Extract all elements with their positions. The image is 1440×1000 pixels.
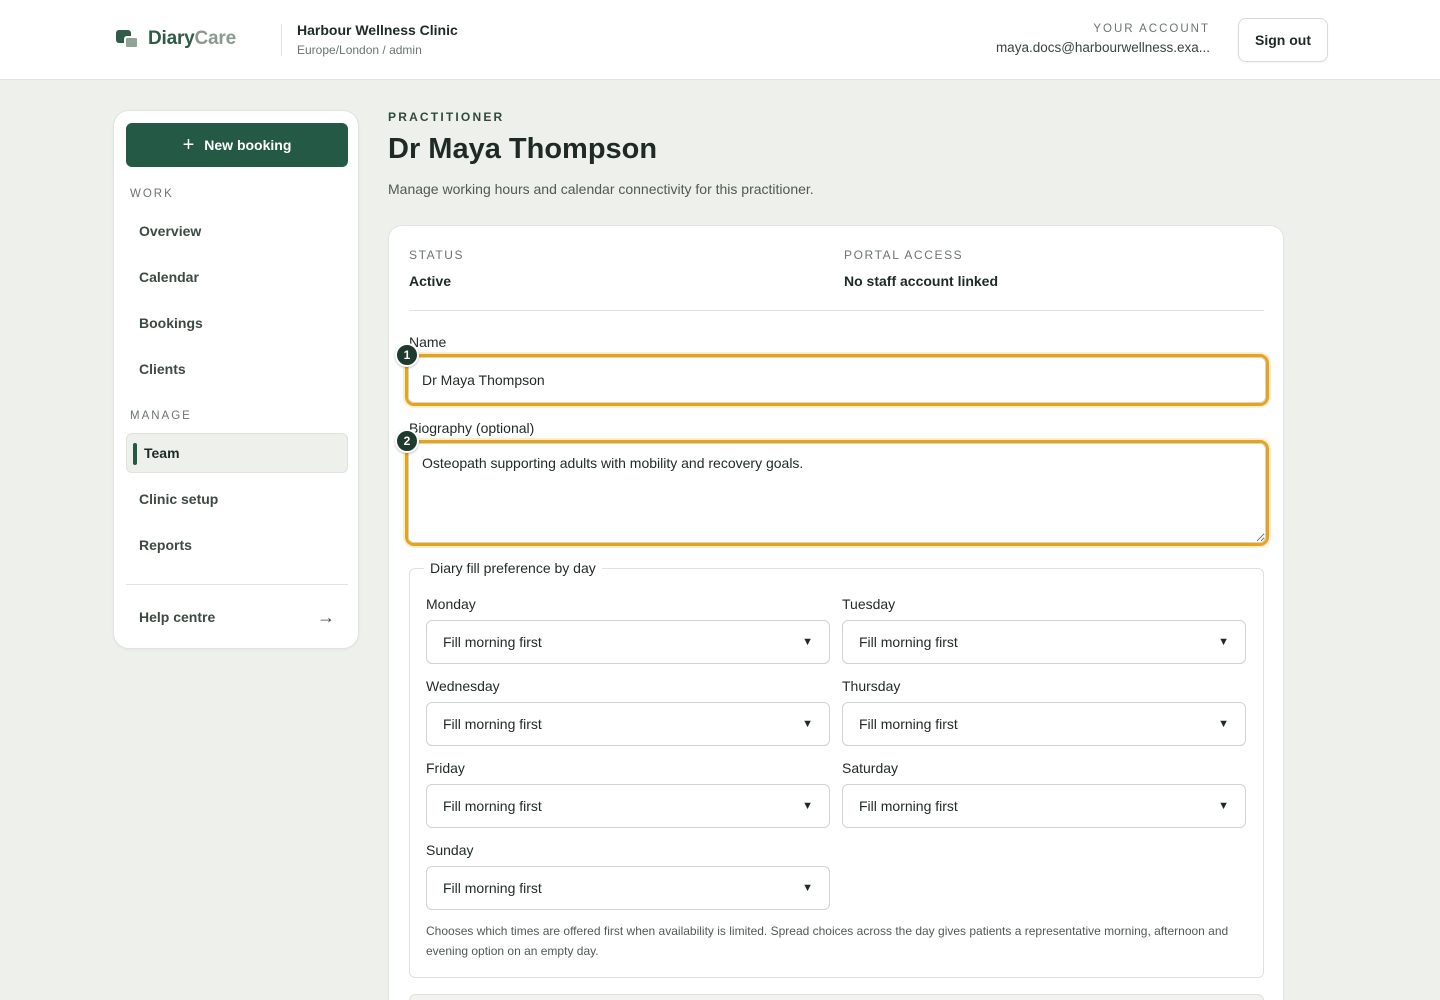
sign-out-button[interactable]: Sign out bbox=[1238, 18, 1328, 62]
sunday-select-value: Fill morning first bbox=[443, 880, 542, 896]
monday-select-value: Fill morning first bbox=[443, 634, 542, 650]
clinic-name: Harbour Wellness Clinic bbox=[297, 22, 458, 38]
account-info: YOUR ACCOUNT maya.docs@harbourwellness.e… bbox=[970, 23, 1210, 55]
wednesday-select[interactable]: Fill morning first ▼ bbox=[426, 702, 830, 746]
nav-section-work: WORK bbox=[130, 188, 174, 200]
tuesday-label: Tuesday bbox=[842, 596, 896, 612]
saturday-select[interactable]: Fill morning first ▼ bbox=[842, 784, 1246, 828]
help-centre-link[interactable]: Help centre → bbox=[126, 597, 348, 637]
friday-select[interactable]: Fill morning first ▼ bbox=[426, 784, 830, 828]
monday-select[interactable]: Fill morning first ▼ bbox=[426, 620, 830, 664]
card-divider bbox=[409, 310, 1264, 311]
clinic-subtitle: Europe/London / admin bbox=[297, 43, 422, 57]
thursday-select[interactable]: Fill morning first ▼ bbox=[842, 702, 1246, 746]
chevron-down-icon: ▼ bbox=[802, 718, 813, 730]
nav-section-manage: MANAGE bbox=[130, 410, 192, 422]
chevron-down-icon: ▼ bbox=[802, 800, 813, 812]
next-section-edge bbox=[409, 994, 1264, 1000]
chevron-down-icon: ▼ bbox=[1218, 636, 1229, 648]
tuesday-select-value: Fill morning first bbox=[859, 634, 958, 650]
biography-field-highlight: Osteopath supporting adults with mobilit… bbox=[405, 440, 1269, 546]
sidebar-item-clinic-setup[interactable]: Clinic setup bbox=[126, 479, 348, 519]
diarycare-logo-icon bbox=[116, 28, 140, 50]
clinic-info: Harbour Wellness Clinic Europe/London / … bbox=[297, 22, 458, 57]
sidebar-item-reports[interactable]: Reports bbox=[126, 525, 348, 565]
sunday-select[interactable]: Fill morning first ▼ bbox=[426, 866, 830, 910]
practitioner-card: STATUS Active PORTAL ACCESS No staff acc… bbox=[388, 225, 1284, 1000]
brand-name-part1: Diary bbox=[148, 28, 195, 49]
brand-name: DiaryCare bbox=[148, 28, 236, 50]
sunday-label: Sunday bbox=[426, 842, 474, 858]
biography-label: Biography (optional) bbox=[409, 420, 535, 436]
sidebar: + New booking WORK Overview Calendar Boo… bbox=[113, 110, 359, 649]
page-description: Manage working hours and calendar connec… bbox=[388, 181, 814, 197]
help-centre-label: Help centre bbox=[139, 609, 216, 625]
wednesday-select-value: Fill morning first bbox=[443, 716, 542, 732]
saturday-label: Saturday bbox=[842, 760, 899, 776]
chevron-down-icon: ▼ bbox=[1218, 800, 1229, 812]
status-label: STATUS bbox=[409, 248, 465, 262]
account-email: maya.docs@harbourwellness.exa... bbox=[995, 40, 1210, 55]
marker-1-badge: 1 bbox=[395, 343, 419, 367]
plus-icon: + bbox=[182, 134, 195, 156]
status-value: Active bbox=[409, 273, 452, 289]
friday-select-value: Fill morning first bbox=[443, 798, 542, 814]
sidebar-divider bbox=[126, 584, 348, 585]
thursday-select-value: Fill morning first bbox=[859, 716, 958, 732]
wednesday-label: Wednesday bbox=[426, 678, 500, 694]
brand-name-part2: Care bbox=[194, 28, 237, 49]
sidebar-item-team[interactable]: Team bbox=[126, 433, 348, 473]
chevron-down-icon: ▼ bbox=[1218, 718, 1229, 730]
sidebar-item-bookings[interactable]: Bookings bbox=[126, 303, 348, 343]
page-eyebrow: PRACTITIONER bbox=[388, 110, 505, 124]
portal-access-value: No staff account linked bbox=[844, 273, 999, 289]
chevron-down-icon: ▼ bbox=[802, 882, 813, 894]
name-input[interactable] bbox=[408, 357, 1266, 403]
portal-access-label: PORTAL ACCESS bbox=[844, 248, 964, 262]
diary-fill-legend: Diary fill preference by day bbox=[424, 560, 602, 576]
arrow-right-icon: → bbox=[317, 606, 335, 627]
diary-fill-fieldset: Diary fill preference by day Monday Fill… bbox=[409, 560, 1264, 978]
header-divider bbox=[281, 24, 282, 56]
sidebar-item-overview[interactable]: Overview bbox=[126, 211, 348, 251]
saturday-select-value: Fill morning first bbox=[859, 798, 958, 814]
tuesday-select[interactable]: Fill morning first ▼ bbox=[842, 620, 1246, 664]
page-title: Dr Maya Thompson bbox=[388, 133, 658, 165]
friday-label: Friday bbox=[426, 760, 465, 776]
new-booking-button[interactable]: + New booking bbox=[126, 123, 348, 167]
thursday-label: Thursday bbox=[842, 678, 901, 694]
chevron-down-icon: ▼ bbox=[802, 636, 813, 648]
diary-fill-hint: Chooses which times are offered first wh… bbox=[426, 924, 1229, 958]
monday-label: Monday bbox=[426, 596, 476, 612]
brand[interactable]: DiaryCare bbox=[116, 28, 236, 50]
sidebar-item-clients[interactable]: Clients bbox=[126, 349, 348, 389]
biography-textarea[interactable]: Osteopath supporting adults with mobilit… bbox=[408, 443, 1266, 543]
new-booking-label: New booking bbox=[204, 137, 292, 153]
name-field-highlight bbox=[405, 354, 1269, 406]
marker-2-badge: 2 bbox=[395, 429, 419, 453]
account-label: YOUR ACCOUNT bbox=[1093, 23, 1210, 35]
top-bar: DiaryCare Harbour Wellness Clinic Europe… bbox=[0, 0, 1440, 80]
sidebar-item-calendar[interactable]: Calendar bbox=[126, 257, 348, 297]
